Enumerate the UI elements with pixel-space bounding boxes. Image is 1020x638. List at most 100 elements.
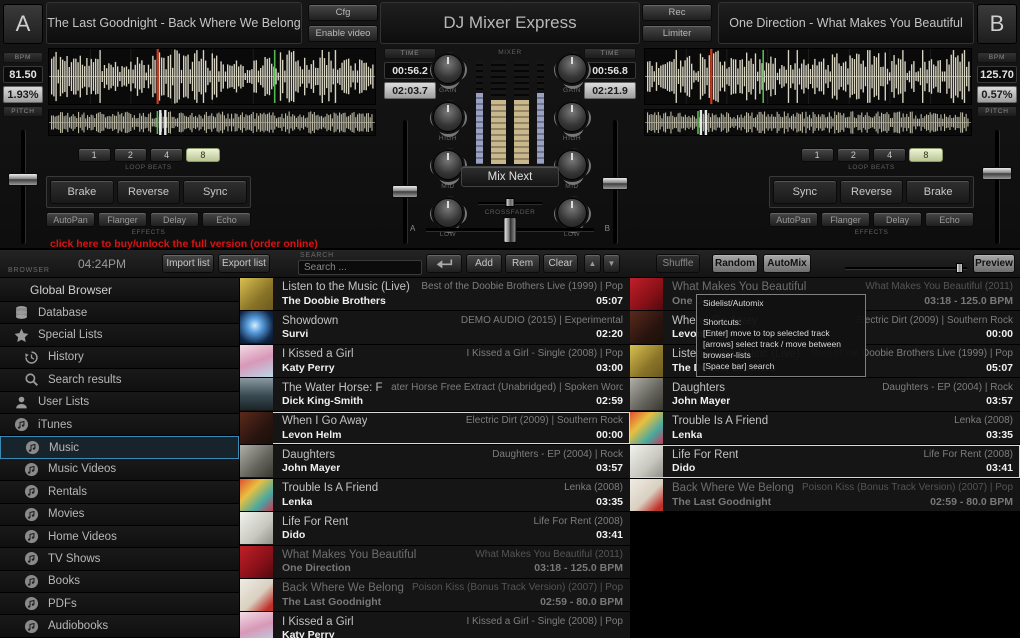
loop-beat-button[interactable]: 1 (77, 148, 111, 162)
rec-button[interactable]: Rec (642, 4, 712, 21)
eq-knob[interactable] (557, 54, 587, 84)
track-row[interactable]: Trouble Is A Friend Lenka (2008) Lenka 03:… (630, 411, 1020, 446)
transport-button[interactable]: Brake (906, 180, 971, 204)
unlock-link[interactable]: click here to buy/unlock the full versio… (50, 238, 318, 250)
deck-a-pitch-fader-handle[interactable] (8, 172, 38, 186)
deck-a-waveform[interactable] (48, 48, 376, 105)
transport-button[interactable]: Brake (50, 180, 114, 204)
mix-next-button[interactable]: Mix Next (461, 166, 559, 187)
return-button[interactable] (426, 254, 462, 273)
track-row[interactable]: Daughters Daughters - EP (2004) | Rock Jo… (240, 445, 630, 479)
preview-button[interactable]: Preview (973, 254, 1015, 273)
effect-button[interactable]: Delay (150, 212, 199, 227)
loop-beat-button[interactable]: 4 (150, 148, 184, 162)
sidebar-item[interactable]: iTunes (0, 413, 239, 437)
transport-button[interactable]: Sync (183, 180, 248, 204)
eq-knob[interactable] (433, 54, 463, 84)
sidebar-item[interactable]: Rentals (0, 481, 239, 504)
eq-knob[interactable] (557, 102, 587, 132)
track-row[interactable]: I Kissed a Girl I Kissed a Girl - Single … (240, 612, 630, 638)
mix-progress-handle[interactable] (505, 198, 515, 207)
deck-b-mini-waveform[interactable] (644, 109, 972, 136)
sidebar-item[interactable]: Home Videos (0, 525, 239, 549)
deck-b-volume-handle[interactable] (602, 176, 628, 190)
effect-button[interactable]: AutoPan (46, 212, 95, 227)
effect-button[interactable]: Flanger (98, 212, 147, 227)
track-row[interactable]: The Water Horse: Free Extract ater Horse … (240, 378, 630, 412)
add-button[interactable]: Add (466, 254, 502, 273)
sidebar-item[interactable]: Music Videos (0, 458, 239, 482)
deck-a-pitch-fader[interactable] (6, 128, 40, 246)
cfg-button[interactable]: Cfg (308, 4, 378, 21)
transport-button[interactable]: Sync (773, 180, 837, 204)
crossfader-b-label: B (604, 224, 610, 233)
clear-button[interactable]: Clear (543, 254, 578, 273)
import-list-button[interactable]: Import list (162, 254, 214, 273)
track-row[interactable]: Life For Rent Life For Rent (2008) Dido 03… (630, 445, 1020, 479)
track-row[interactable]: Listen to the Music (Live) Best of the Do… (240, 278, 630, 312)
shuffle-button[interactable]: Shuffle (656, 254, 700, 273)
vu-meter-left-outer (476, 60, 483, 164)
deck-b-waveform[interactable] (644, 48, 972, 105)
mix-progress-slider[interactable] (478, 198, 542, 207)
sidebar-item[interactable]: TV Shows (0, 548, 239, 571)
effect-button[interactable]: AutoPan (769, 212, 818, 227)
sidebar-item[interactable]: History (0, 346, 239, 370)
sidebar-item[interactable]: Movies (0, 503, 239, 526)
sidebar-item[interactable]: PDFs (0, 593, 239, 616)
automix-button[interactable]: AutoMix (763, 254, 811, 273)
sidebar-item[interactable]: Database (0, 302, 239, 325)
search-input[interactable] (298, 260, 422, 275)
sidebar-item[interactable]: Audiobooks (0, 615, 239, 638)
track-row[interactable]: Back Where We Belong Poison Kiss (Bonus T… (630, 478, 1020, 513)
enable-video-button[interactable]: Enable video (308, 25, 378, 42)
eq-knob[interactable] (557, 150, 587, 180)
deck-a-loop-beats: 1248 (77, 148, 220, 162)
sidebar-item[interactable]: Music (0, 436, 239, 459)
loop-beat-button[interactable]: 4 (873, 148, 907, 162)
transport-button[interactable]: Reverse (839, 180, 904, 204)
sidebar-item[interactable]: Search results (0, 369, 239, 392)
sidebar-item[interactable]: User Lists (0, 391, 239, 414)
deck-a-mini-waveform[interactable] (48, 109, 376, 136)
track-row[interactable]: Daughters Daughters - EP (2004) | Rock Jo… (630, 378, 1020, 412)
effect-button[interactable]: Echo (925, 212, 974, 227)
track-row[interactable]: Back Where We Belong Poison Kiss (Bonus T… (240, 578, 630, 613)
eq-knob[interactable] (433, 102, 463, 132)
track-row[interactable]: Trouble Is A Friend Lenka (2008) Lenka 03:… (240, 478, 630, 513)
track-row[interactable]: Life For Rent Life For Rent (2008) Dido 03… (240, 512, 630, 546)
crossfader-handle[interactable] (503, 217, 517, 243)
track-row[interactable]: I Kissed a Girl I Kissed a Girl - Single … (240, 344, 630, 379)
loop-beat-button[interactable]: 1 (800, 148, 834, 162)
loop-beat-button[interactable]: 8 (909, 148, 943, 162)
track-artist: Survi (282, 328, 309, 341)
album-art (240, 545, 273, 578)
preview-volume-slider[interactable] (845, 263, 967, 273)
move-up-button[interactable]: ▲ (584, 254, 601, 273)
random-button[interactable]: Random (712, 254, 758, 273)
track-row[interactable]: When I Go Away Electric Dirt (2009) | Sou… (240, 411, 630, 446)
export-list-button[interactable]: Export list (218, 254, 270, 273)
effect-button[interactable]: Delay (873, 212, 922, 227)
deck-b-pitch-fader-handle[interactable] (982, 166, 1012, 180)
sidebar-item[interactable]: Special Lists (0, 324, 239, 347)
album-art (240, 344, 273, 377)
limiter-button[interactable]: Limiter (642, 25, 712, 42)
track-row[interactable]: What Makes You Beautiful What Makes You B… (240, 545, 630, 579)
deck-b-pitch-fader[interactable] (980, 128, 1014, 246)
transport-button[interactable]: Reverse (116, 180, 181, 204)
loop-beat-button[interactable]: 2 (113, 148, 147, 162)
deck-a-volume-handle[interactable] (392, 184, 418, 198)
eq-knob[interactable] (433, 150, 463, 180)
crossfader[interactable]: A B (410, 216, 610, 244)
track-row[interactable]: Showdown DEMO AUDIO (2015) | Experimental… (240, 311, 630, 345)
move-down-button[interactable]: ▼ (603, 254, 620, 273)
loop-beat-button[interactable]: 2 (836, 148, 870, 162)
effect-button[interactable]: Echo (202, 212, 251, 227)
effect-button[interactable]: Flanger (821, 212, 870, 227)
rem-button[interactable]: Rem (505, 254, 540, 273)
album-art (240, 612, 273, 638)
loop-beat-button[interactable]: 8 (186, 148, 220, 162)
sidebar-item[interactable]: Books (0, 570, 239, 594)
preview-volume-handle[interactable] (956, 263, 963, 273)
